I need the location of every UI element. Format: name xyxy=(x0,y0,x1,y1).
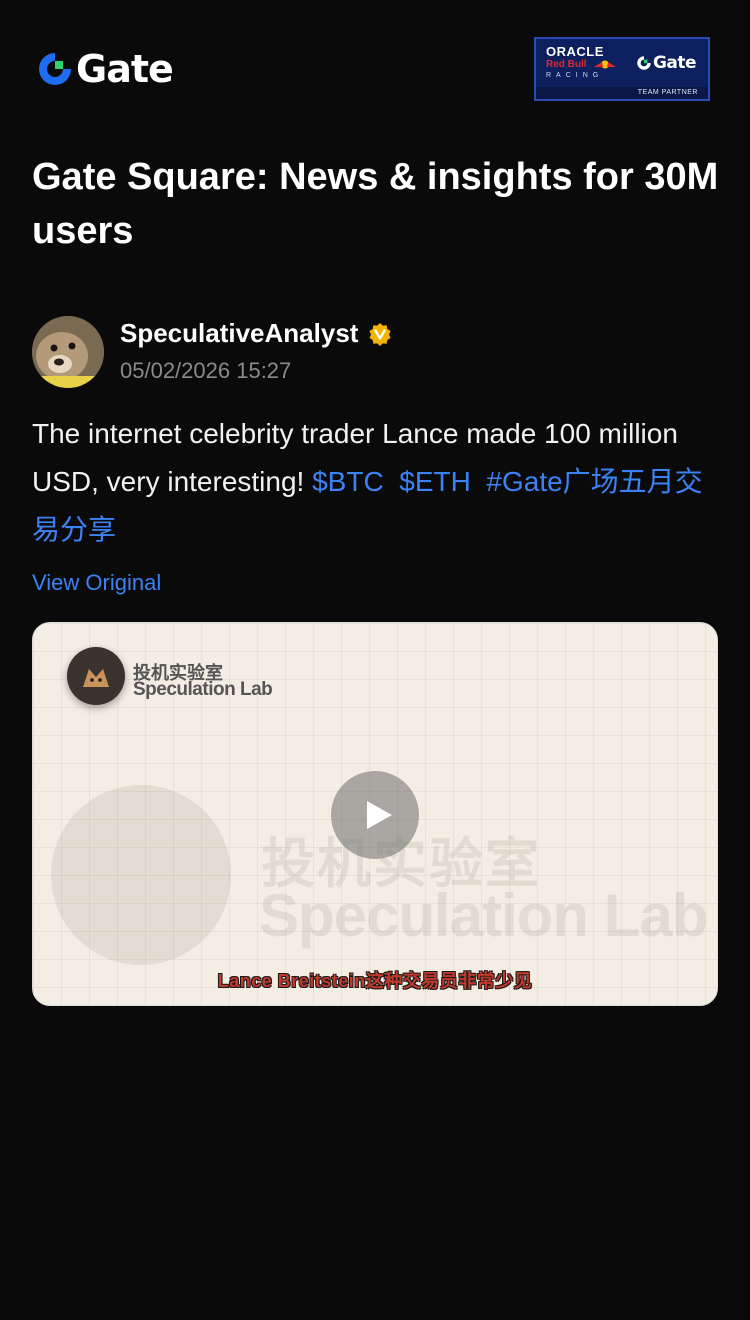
racing-label: RACING xyxy=(546,72,604,79)
avatar[interactable] xyxy=(32,316,104,388)
avatar-image xyxy=(32,316,104,388)
play-icon xyxy=(367,801,392,829)
author-name[interactable]: SpeculativeAnalyst xyxy=(120,318,392,349)
play-button[interactable] xyxy=(331,771,419,859)
post-timestamp: 05/02/2026 15:27 xyxy=(120,358,292,383)
video-player[interactable]: 投机实验室 Speculation Lab 投机实验室 Speculation … xyxy=(32,622,718,1006)
oracle-label: ORACLE xyxy=(546,44,604,59)
partner-badge: ORACLE Red Bull RACING Gate TEAM PARTNER xyxy=(534,37,710,101)
gate-small-icon xyxy=(637,56,651,70)
watermark-logo xyxy=(51,785,231,965)
tag-btc[interactable]: $BTC xyxy=(312,466,384,497)
bull-icon xyxy=(594,60,616,69)
gate-logo-text: Gate xyxy=(76,47,174,91)
verified-badge-icon xyxy=(369,322,392,346)
channel-name-en: Speculation Lab xyxy=(133,679,273,700)
view-original-link[interactable]: View Original xyxy=(32,570,161,596)
post-text: The internet celebrity trader Lance made… xyxy=(32,410,718,554)
page-title: Gate Square: News & insights for 30M use… xyxy=(32,156,719,252)
watermark-en: Speculation Lab xyxy=(259,882,708,949)
post-card: SpeculativeAnalyst 05/02/2026 15:27 The … xyxy=(32,316,718,1006)
page: Gate ORACLE Red Bull RACING Gate TEAM PA… xyxy=(0,0,750,1320)
header: Gate ORACLE Red Bull RACING Gate TEAM PA… xyxy=(0,0,750,140)
author-name-text: SpeculativeAnalyst xyxy=(120,318,359,348)
channel-logo xyxy=(67,647,125,705)
tag-eth[interactable]: $ETH xyxy=(399,466,471,497)
gate-partner-label: Gate xyxy=(652,53,697,73)
gate-logo[interactable]: Gate xyxy=(36,47,174,91)
team-partner-label: TEAM PARTNER xyxy=(536,87,708,99)
redbull-label: Red Bull xyxy=(546,59,587,70)
gate-logo-icon xyxy=(39,53,71,85)
video-subtitle: Lance Breitstein这种交易员非常少见 xyxy=(217,971,533,991)
author-row: SpeculativeAnalyst 05/02/2026 15:27 xyxy=(32,316,718,388)
fox-icon xyxy=(83,669,109,687)
